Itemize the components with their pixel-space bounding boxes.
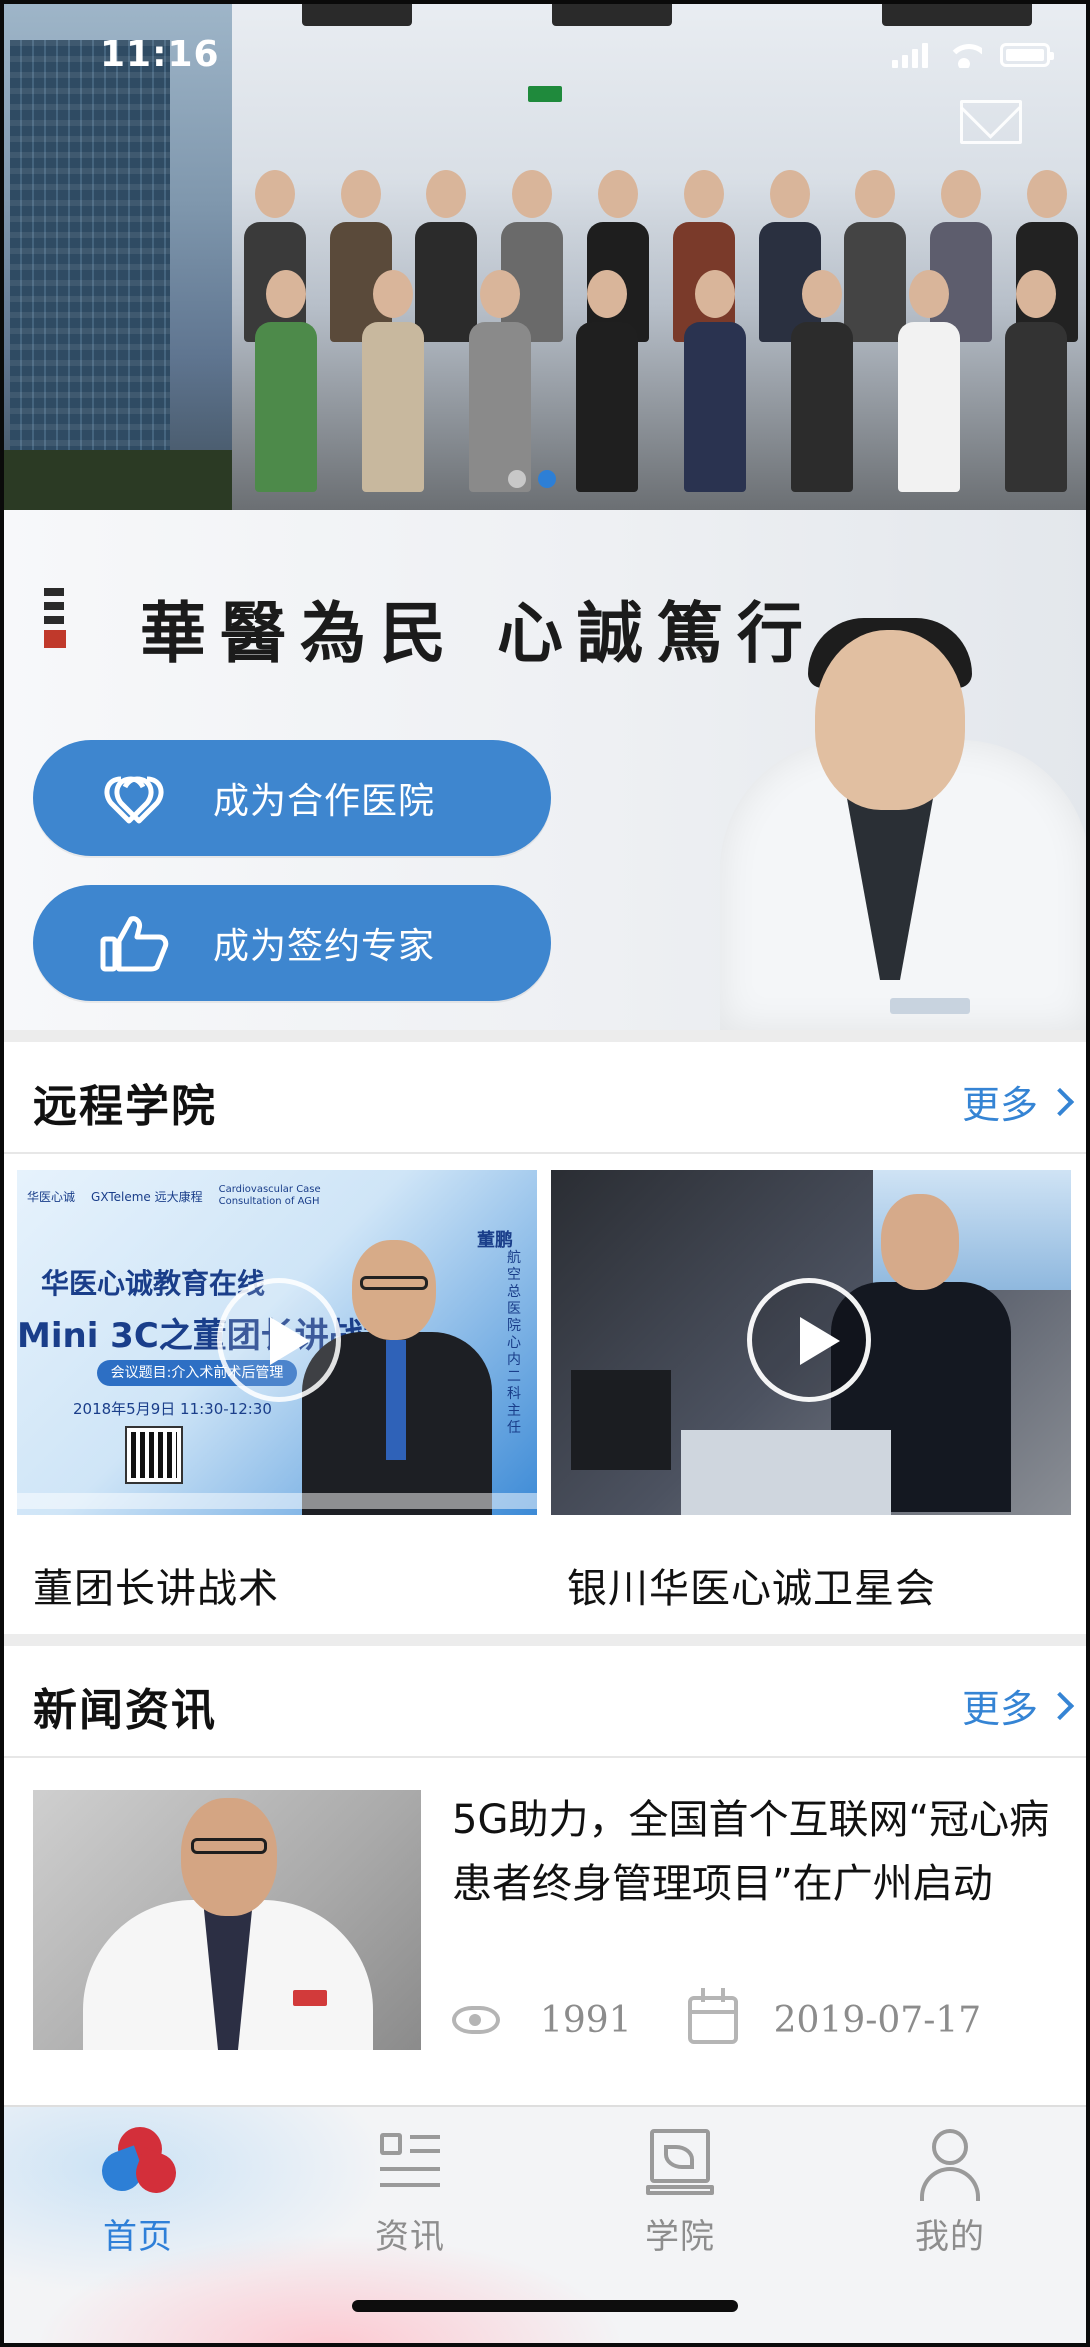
signal-icon xyxy=(892,42,928,68)
become-partner-hospital-button[interactable]: 成为合作医院 xyxy=(33,740,551,856)
calligraphy-seal xyxy=(44,588,72,674)
news-icon xyxy=(374,2127,446,2199)
become-partner-hospital-label: 成为合作医院 xyxy=(213,781,436,822)
section-divider xyxy=(0,1634,1090,1646)
carousel-dot-active[interactable] xyxy=(538,470,556,488)
thumbs-up-icon xyxy=(99,913,189,973)
calendar-icon xyxy=(687,1988,738,2044)
video-thumb-speaker-title: 航空总医院心内二科主任 xyxy=(507,1250,521,1436)
news-title: 5G助力，全国首个互联网“冠心病患者终身管理项目”在广州启动 xyxy=(452,1797,1050,1907)
video-thumb-speaker: 董鹏 xyxy=(477,1230,513,1251)
chevron-right-icon xyxy=(1045,1691,1075,1720)
calligraphy-slogan: 華醫為民 心誠篤行 xyxy=(140,594,817,672)
org-logo-text: Cardiovascular Case Consultation of AGH xyxy=(218,1184,321,1207)
academy-more-link[interactable]: 更多 xyxy=(961,1074,1075,1129)
carousel-dot[interactable] xyxy=(508,470,526,488)
tab-news[interactable]: 资讯 xyxy=(320,2127,500,2267)
tab-profile-label: 我的 xyxy=(915,2217,985,2257)
academy-section-title: 远程学院 xyxy=(33,1081,217,1132)
qr-code-icon xyxy=(125,1426,183,1484)
org-logo-text: 华医心诚 xyxy=(27,1189,76,1204)
play-icon[interactable] xyxy=(217,1278,341,1402)
building-photo xyxy=(0,0,232,510)
org-logo-text: GXTeleme 远大康程 xyxy=(91,1189,203,1204)
eye-icon xyxy=(452,2006,500,2034)
academy-video-card[interactable] xyxy=(551,1170,1071,1515)
academy-more-label: 更多 xyxy=(961,1083,1038,1127)
carousel-indicator xyxy=(508,470,556,488)
status-icons xyxy=(892,42,1054,68)
profile-icon xyxy=(914,2127,986,2201)
news-more-link[interactable]: 更多 xyxy=(961,1678,1075,1733)
chevron-right-icon xyxy=(1045,1087,1075,1116)
video-caption[interactable]: 董团长讲战术 xyxy=(33,1556,279,1614)
academy-section-header: 远程学院 更多 xyxy=(0,1042,1090,1154)
play-icon[interactable] xyxy=(747,1278,871,1402)
podium xyxy=(681,1430,891,1515)
news-view-count: 1991 xyxy=(540,1999,632,2041)
wifi-icon xyxy=(946,42,982,68)
home-logo-icon xyxy=(96,2117,182,2199)
video-thumb-date: 2018年5月9日 11:30-12:30 xyxy=(73,1400,272,1418)
tab-academy[interactable]: 学院 xyxy=(590,2127,770,2267)
tab-home[interactable]: 首页 xyxy=(48,2117,228,2267)
news-meta: 1991 2019-07-17 xyxy=(452,1988,982,2044)
news-date: 2019-07-17 xyxy=(773,1999,982,2041)
become-signed-expert-button[interactable]: 成为签约专家 xyxy=(33,885,551,1001)
video-org-logos: 华医心诚 GXTeleme 远大康程 Cardiovascular Case C… xyxy=(27,1184,369,1208)
battery-icon xyxy=(1000,43,1054,67)
tab-news-label: 资讯 xyxy=(375,2217,445,2257)
news-section-header: 新闻资讯 更多 xyxy=(0,1646,1090,1758)
news-section-title: 新闻资讯 xyxy=(33,1685,217,1736)
academy-video-card[interactable]: 华医心诚 GXTeleme 远大康程 Cardiovascular Case C… xyxy=(17,1170,537,1515)
tab-profile[interactable]: 我的 xyxy=(860,2127,1040,2267)
video-thumb-title: 华医心诚教育在线 xyxy=(41,1267,266,1300)
news-list-item[interactable]: 5G助力，全国首个互联网“冠心病患者终身管理项目”在广州启动 1991 2019… xyxy=(0,1760,1090,2080)
message-icon[interactable] xyxy=(960,100,1022,144)
speaker-photo xyxy=(302,1240,492,1515)
section-divider xyxy=(0,1030,1090,1042)
doctor-portrait xyxy=(720,560,1090,1030)
academy-icon xyxy=(644,2127,716,2199)
home-indicator[interactable] xyxy=(352,2300,738,2312)
hero-carousel[interactable]: 11:16 xyxy=(0,0,1090,510)
group-photo xyxy=(232,0,1090,510)
tab-home-label: 首页 xyxy=(103,2217,173,2257)
heart-link-icon xyxy=(99,768,189,828)
promo-banner: 華醫為民 心誠篤行 成为合作医院 成为签约专家 xyxy=(0,510,1090,1030)
become-signed-expert-label: 成为签约专家 xyxy=(213,926,436,967)
tab-academy-label: 学院 xyxy=(645,2217,715,2257)
news-thumbnail xyxy=(33,1790,421,2050)
video-caption[interactable]: 银川华医心诚卫星会 xyxy=(567,1556,936,1614)
status-time: 11:16 xyxy=(100,34,220,75)
news-more-label: 更多 xyxy=(961,1687,1038,1731)
